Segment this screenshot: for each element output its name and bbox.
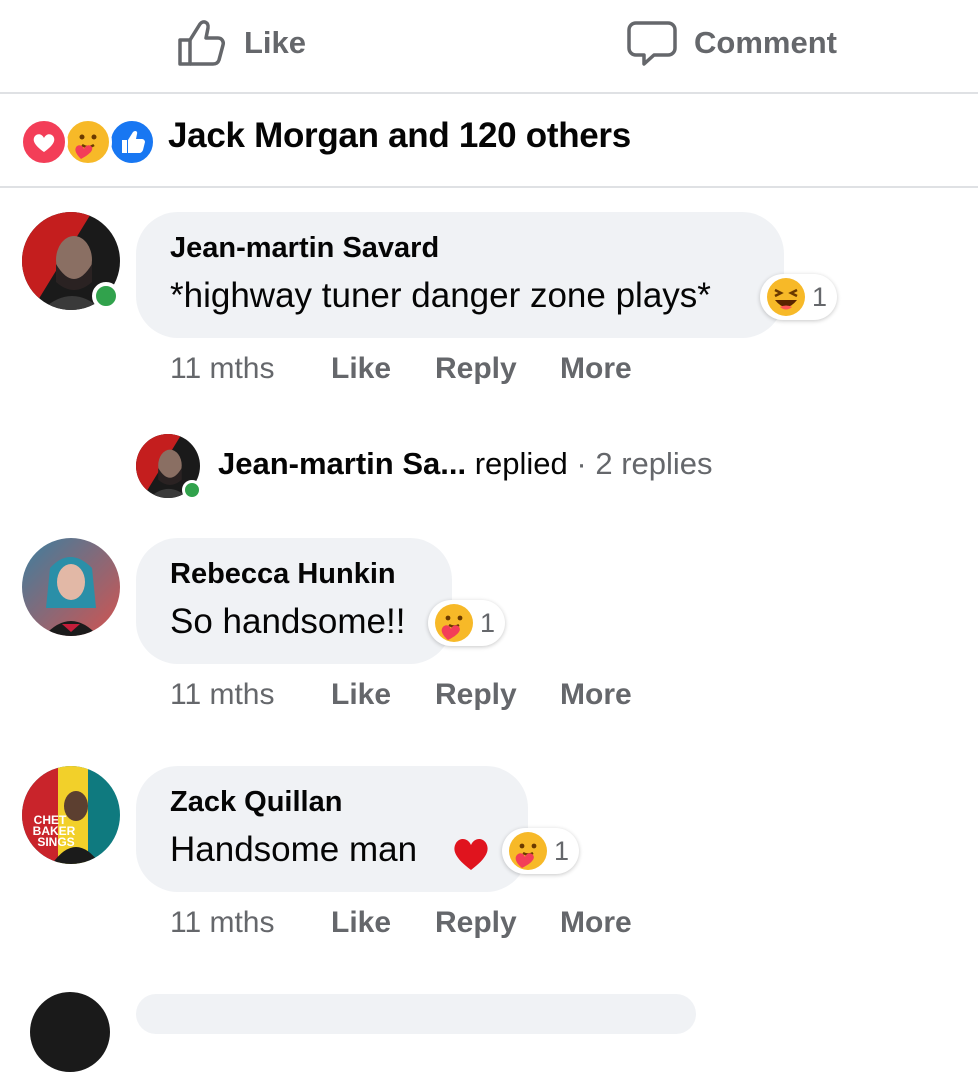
comment-author[interactable]: Jean-martin Savard [170,232,439,265]
comment-text: *highway tuner danger zone plays* [170,276,711,315]
comment-time: 11 mths [170,906,275,939]
comment-3-bubble[interactable]: Zack Quillan Handsome man [136,766,528,892]
care-emoji-icon [435,604,473,642]
reaction-count: 1 [812,281,828,312]
comment-3-meta: 11 mths Like Reply More [170,906,632,940]
comment-action-label: Comment [694,25,837,60]
reactions-summary-text: Jack Morgan and 120 others [168,116,631,155]
reaction-count: 1 [480,607,496,638]
avatar[interactable] [30,992,110,1072]
reaction-icons [20,118,160,166]
care-emoji-icon [509,832,547,870]
red-heart-icon [454,839,488,870]
comment-1-avatar-wrap[interactable] [22,212,120,310]
like-action-button[interactable]: Like [176,18,306,68]
comment-more-button[interactable]: More [560,906,632,940]
comment-text: So handsome!! [170,602,406,641]
comment-time: 11 mths [170,352,275,385]
comment-reply-button[interactable]: Reply [435,678,517,712]
comment-3-reaction-count[interactable]: 1 [502,828,580,874]
reactions-summary[interactable]: Jack Morgan and 120 others [0,94,978,188]
comment-bubble-partial[interactable] [136,994,696,1034]
comment-reply-button[interactable]: Reply [435,352,517,386]
comment-author[interactable]: Zack Quillan [170,786,342,819]
avatar[interactable] [22,538,120,636]
reaction-count: 1 [554,835,570,866]
comment-1-reaction-count[interactable]: 1 [760,274,838,320]
care-icon [64,118,112,166]
comment-action-button[interactable]: Comment [626,18,837,68]
love-icon [20,118,68,166]
online-status-dot [92,282,120,310]
like-icon [108,118,156,166]
comment-text: Handsome man [170,830,418,869]
comment-2-reaction-count[interactable]: 1 [428,600,506,646]
laughing-emoji-icon [767,278,805,316]
comment-like-button[interactable]: Like [331,906,391,940]
thumbs-up-outline-icon [178,20,225,66]
replies-summary-text[interactable]: Jean-martin Sa... replied · 2 replies [218,446,713,482]
chet-baker-sings-artwork: CHET BAKER SINGS [22,766,120,864]
avatar-text-line: SINGS [37,835,74,849]
avatar[interactable]: CHET BAKER SINGS [22,766,120,864]
comment-more-button[interactable]: More [560,352,632,386]
comment-bubble-icon [627,21,677,66]
reply-count[interactable]: 2 replies [595,446,712,481]
reply-verb: replied [474,446,568,481]
comment-time: 11 mths [170,678,275,711]
comment-2-bubble[interactable]: Rebecca Hunkin So handsome!! [136,538,452,664]
comment-like-button[interactable]: Like [331,352,391,386]
comment-reply-button[interactable]: Reply [435,906,517,940]
comment-1-bubble[interactable]: Jean-martin Savard *highway tuner danger… [136,212,784,338]
reply-author: Jean-martin Sa... [218,446,467,481]
comment-1-meta: 11 mths Like Reply More [170,352,632,386]
online-status-dot [182,480,202,500]
comment-2-meta: 11 mths Like Reply More [170,678,632,712]
comment-more-button[interactable]: More [560,678,632,712]
separator-dot: · [576,446,587,481]
comment-like-button[interactable]: Like [331,678,391,712]
comment-author[interactable]: Rebecca Hunkin [170,558,396,591]
like-action-label: Like [244,25,307,60]
post-action-bar: Like Comment [0,0,978,94]
